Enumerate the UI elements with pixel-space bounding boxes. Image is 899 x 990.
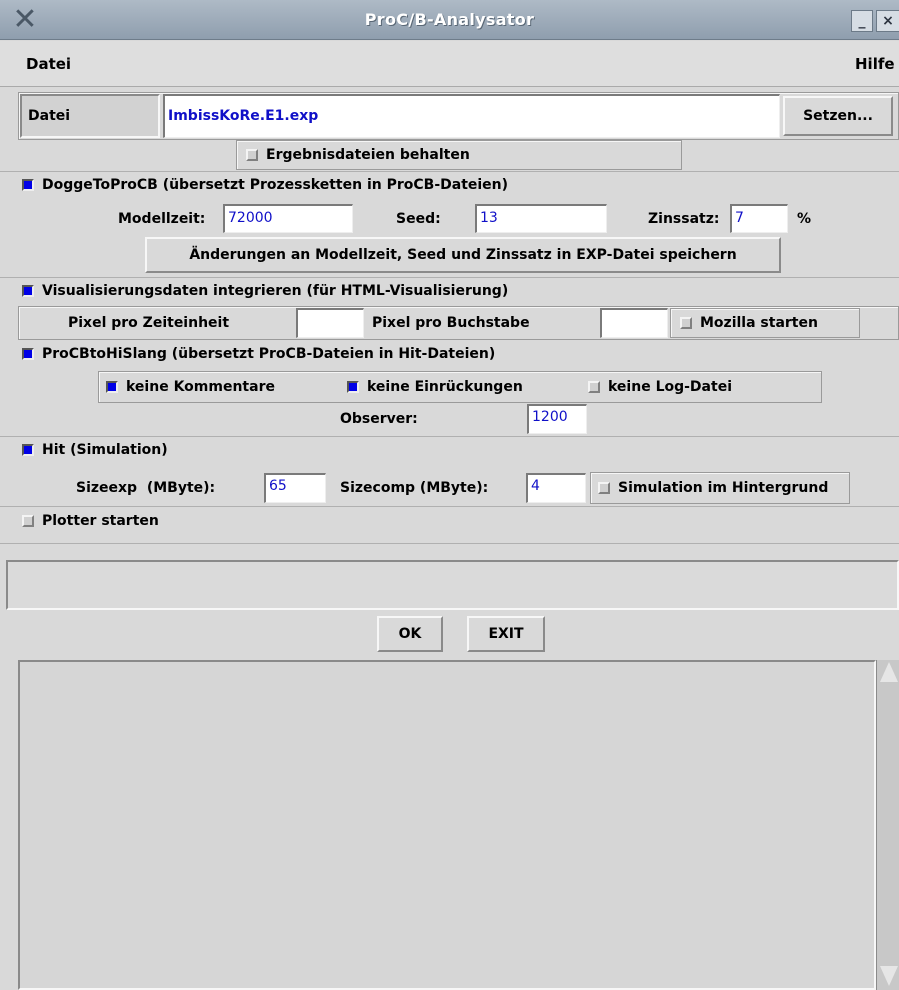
modellzeit-label: Modellzeit: <box>118 211 206 227</box>
no-indent-label: keine Einrückungen <box>367 379 523 395</box>
seed-field[interactable]: 13 <box>475 204 607 233</box>
plotter-label: Plotter starten <box>42 513 159 529</box>
modellzeit-field[interactable]: 72000 <box>223 204 353 233</box>
exit-button[interactable]: EXIT <box>467 616 545 652</box>
checkbox-icon <box>22 285 34 297</box>
observer-field[interactable]: 1200 <box>527 404 587 434</box>
keep-results-label: Ergebnisdateien behalten <box>266 147 470 163</box>
close-button[interactable]: × <box>876 10 899 32</box>
checkbox-icon <box>22 515 34 527</box>
zinssatz-label: Zinssatz: <box>648 211 720 227</box>
checkbox-icon <box>22 444 34 456</box>
checkbox-icon <box>246 149 258 161</box>
vertical-scrollbar[interactable] <box>876 660 899 990</box>
background-label: Simulation im Hintergrund <box>618 480 829 496</box>
no-log-label: keine Log-Datei <box>608 379 732 395</box>
separator <box>0 506 899 507</box>
sizeexp-field[interactable]: 65 <box>264 473 326 503</box>
checkbox-icon <box>598 482 610 494</box>
sizeexp-label: Sizeexp (MByte): <box>76 480 216 496</box>
no-log-checkbox[interactable]: keine Log-Datei <box>588 374 732 400</box>
percent-label: % <box>797 211 812 227</box>
status-field <box>6 560 899 610</box>
keep-results-checkbox[interactable]: Ergebnisdateien behalten <box>246 142 470 168</box>
menu-bar <box>0 41 899 87</box>
ok-button[interactable]: OK <box>377 616 443 652</box>
mozilla-label: Mozilla starten <box>700 315 818 331</box>
minimize-button[interactable]: _ <box>851 10 873 32</box>
hit-checkbox[interactable]: Hit (Simulation) <box>22 437 168 463</box>
sizecomp-field[interactable]: 4 <box>526 473 586 503</box>
visual-label: Visualisierungsdaten integrieren (für HT… <box>42 283 509 299</box>
file-label: Datei <box>20 94 160 138</box>
background-checkbox[interactable]: Simulation im Hintergrund <box>598 475 828 501</box>
hit-label: Hit (Simulation) <box>42 442 168 458</box>
pixel-char-label: Pixel pro Buchstabe <box>372 315 530 331</box>
plotter-checkbox[interactable]: Plotter starten <box>22 508 159 534</box>
mozilla-checkbox[interactable]: Mozilla starten <box>680 310 818 336</box>
file-path-field[interactable]: ImbissKoRe.E1.exp <box>163 94 780 138</box>
title-bar: ProC/B-Analysator <box>0 0 899 40</box>
separator <box>0 543 899 544</box>
menu-hilfe[interactable]: Hilfe <box>855 41 895 87</box>
hislang-checkbox[interactable]: ProCBtoHiSlang (übersetzt ProCB-Dateien … <box>22 341 495 367</box>
checkbox-icon <box>22 179 34 191</box>
pixel-time-field[interactable] <box>296 308 364 338</box>
output-text-area[interactable] <box>18 660 876 990</box>
x-logo-icon[interactable]: ✕ <box>8 4 42 36</box>
checkbox-icon <box>680 317 692 329</box>
menu-datei[interactable]: Datei <box>26 41 71 87</box>
pixel-time-label: Pixel pro Zeiteinheit <box>68 315 230 331</box>
visual-checkbox[interactable]: Visualisierungsdaten integrieren (für HT… <box>22 278 508 304</box>
checkbox-icon <box>22 348 34 360</box>
scroll-up-icon[interactable] <box>880 662 898 682</box>
dogge-label: DoggeToProCB (übersetzt Prozessketten in… <box>42 177 509 193</box>
observer-label: Observer: <box>340 411 418 427</box>
checkbox-icon <box>347 381 359 393</box>
save-exp-button[interactable]: Änderungen an Modellzeit, Seed und Zinss… <box>145 237 781 273</box>
pixel-char-field[interactable] <box>600 308 668 338</box>
seed-label: Seed: <box>396 211 441 227</box>
dogge-checkbox[interactable]: DoggeToProCB (übersetzt Prozessketten in… <box>22 172 508 198</box>
no-comments-label: keine Kommentare <box>126 379 275 395</box>
checkbox-icon <box>588 381 600 393</box>
zinssatz-field[interactable]: 7 <box>730 204 788 233</box>
window-title: ProC/B-Analysator <box>364 10 535 29</box>
scroll-down-icon[interactable] <box>880 966 898 986</box>
set-file-button[interactable]: Setzen... <box>783 96 893 136</box>
sizecomp-label: Sizecomp (MByte): <box>340 480 489 496</box>
no-indent-checkbox[interactable]: keine Einrückungen <box>347 374 523 400</box>
hislang-label: ProCBtoHiSlang (übersetzt ProCB-Dateien … <box>42 346 496 362</box>
no-comments-checkbox[interactable]: keine Kommentare <box>106 374 275 400</box>
checkbox-icon <box>106 381 118 393</box>
